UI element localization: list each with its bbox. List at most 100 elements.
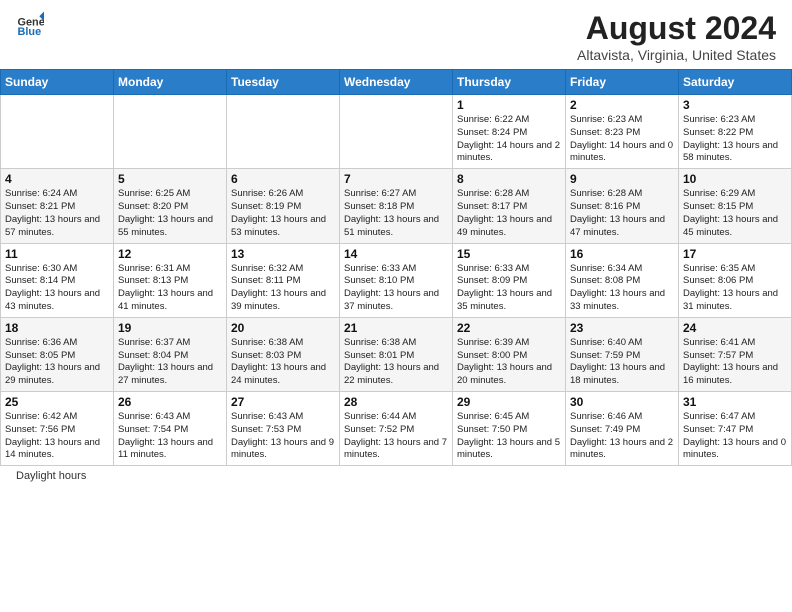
calendar-cell: 30 Sunrise: 6:46 AM Sunset: 7:49 PM Dayli… bbox=[566, 392, 679, 466]
day-number: 9 bbox=[570, 172, 674, 186]
day-detail: Sunrise: 6:24 AM Sunset: 8:21 PM Dayligh… bbox=[5, 188, 109, 239]
day-detail: Sunrise: 6:38 AM Sunset: 8:01 PM Dayligh… bbox=[344, 337, 448, 388]
day-number: 15 bbox=[457, 247, 561, 261]
day-detail: Sunrise: 6:44 AM Sunset: 7:52 PM Dayligh… bbox=[344, 411, 448, 462]
calendar-week-2: 4 Sunrise: 6:24 AM Sunset: 8:21 PM Daylig… bbox=[1, 169, 792, 243]
day-number: 27 bbox=[231, 395, 335, 409]
calendar-cell: 23 Sunrise: 6:40 AM Sunset: 7:59 PM Dayli… bbox=[566, 317, 679, 391]
calendar-cell: 5 Sunrise: 6:25 AM Sunset: 8:20 PM Daylig… bbox=[114, 169, 227, 243]
calendar-cell: 1 Sunrise: 6:22 AM Sunset: 8:24 PM Daylig… bbox=[453, 95, 566, 169]
calendar-header: SundayMondayTuesdayWednesdayThursdayFrid… bbox=[1, 70, 792, 95]
day-detail: Sunrise: 6:47 AM Sunset: 7:47 PM Dayligh… bbox=[683, 411, 787, 462]
calendar-cell: 13 Sunrise: 6:32 AM Sunset: 8:11 PM Dayli… bbox=[227, 243, 340, 317]
day-number: 18 bbox=[5, 321, 109, 335]
calendar-cell: 28Sunrise: 6:44 AM Sunset: 7:52 PM Dayli… bbox=[340, 392, 453, 466]
day-number: 5 bbox=[118, 172, 222, 186]
day-detail: Sunrise: 6:33 AM Sunset: 8:10 PM Dayligh… bbox=[344, 263, 448, 314]
calendar-cell bbox=[1, 95, 114, 169]
calendar-cell bbox=[340, 95, 453, 169]
calendar-cell: 11Sunrise: 6:30 AM Sunset: 8:14 PM Dayli… bbox=[1, 243, 114, 317]
day-number: 1 bbox=[457, 98, 561, 112]
day-detail: Sunrise: 6:43 AM Sunset: 7:53 PM Dayligh… bbox=[231, 411, 335, 462]
logo: General Blue bbox=[16, 10, 44, 38]
day-detail: Sunrise: 6:26 AM Sunset: 8:19 PM Dayligh… bbox=[231, 188, 335, 239]
calendar-cell: 2Sunrise: 6:23 AM Sunset: 8:23 PM Daylig… bbox=[566, 95, 679, 169]
day-number: 30 bbox=[570, 395, 674, 409]
calendar-cell: 12 Sunrise: 6:31 AM Sunset: 8:13 PM Dayli… bbox=[114, 243, 227, 317]
day-header-saturday: Saturday bbox=[679, 70, 792, 95]
calendar-cell: 15 Sunrise: 6:33 AM Sunset: 8:09 PM Dayli… bbox=[453, 243, 566, 317]
day-detail: Sunrise: 6:28 AM Sunset: 8:17 PM Dayligh… bbox=[457, 188, 561, 239]
calendar-cell: 31Sunrise: 6:47 AM Sunset: 7:47 PM Dayli… bbox=[679, 392, 792, 466]
day-number: 8 bbox=[457, 172, 561, 186]
calendar-cell: 9 Sunrise: 6:28 AM Sunset: 8:16 PM Daylig… bbox=[566, 169, 679, 243]
calendar-table: SundayMondayTuesdayWednesdayThursdayFrid… bbox=[0, 69, 792, 466]
day-number: 3 bbox=[683, 98, 787, 112]
calendar-cell: 24 Sunrise: 6:41 AM Sunset: 7:57 PM Dayli… bbox=[679, 317, 792, 391]
day-number: 4 bbox=[5, 172, 109, 186]
day-detail: Sunrise: 6:37 AM Sunset: 8:04 PM Dayligh… bbox=[118, 337, 222, 388]
calendar-cell: 21 Sunrise: 6:38 AM Sunset: 8:01 PM Dayli… bbox=[340, 317, 453, 391]
calendar-body: 1 Sunrise: 6:22 AM Sunset: 8:24 PM Daylig… bbox=[1, 95, 792, 466]
day-number: 12 bbox=[118, 247, 222, 261]
day-number: 7 bbox=[344, 172, 448, 186]
day-detail: Sunrise: 6:29 AM Sunset: 8:15 PM Dayligh… bbox=[683, 188, 787, 239]
day-number: 6 bbox=[231, 172, 335, 186]
day-number: 23 bbox=[570, 321, 674, 335]
day-number: 21 bbox=[344, 321, 448, 335]
svg-text:Blue: Blue bbox=[18, 26, 42, 38]
calendar-cell bbox=[114, 95, 227, 169]
calendar-cell: 18Sunrise: 6:36 AM Sunset: 8:05 PM Dayli… bbox=[1, 317, 114, 391]
calendar-cell: 29 Sunrise: 6:45 AM Sunset: 7:50 PM Dayli… bbox=[453, 392, 566, 466]
day-header-wednesday: Wednesday bbox=[340, 70, 453, 95]
header-row: SundayMondayTuesdayWednesdayThursdayFrid… bbox=[1, 70, 792, 95]
calendar-cell: 17Sunrise: 6:35 AM Sunset: 8:06 PM Dayli… bbox=[679, 243, 792, 317]
day-detail: Sunrise: 6:33 AM Sunset: 8:09 PM Dayligh… bbox=[457, 263, 561, 314]
calendar-cell: 19 Sunrise: 6:37 AM Sunset: 8:04 PM Dayli… bbox=[114, 317, 227, 391]
day-detail: Sunrise: 6:41 AM Sunset: 7:57 PM Dayligh… bbox=[683, 337, 787, 388]
footer-label: Daylight hours bbox=[16, 470, 86, 482]
calendar-cell: 8 Sunrise: 6:28 AM Sunset: 8:17 PM Daylig… bbox=[453, 169, 566, 243]
day-number: 19 bbox=[118, 321, 222, 335]
page-subtitle: Altavista, Virginia, United States bbox=[577, 47, 776, 63]
day-detail: Sunrise: 6:32 AM Sunset: 8:11 PM Dayligh… bbox=[231, 263, 335, 314]
calendar-cell: 4 Sunrise: 6:24 AM Sunset: 8:21 PM Daylig… bbox=[1, 169, 114, 243]
logo-icon: General Blue bbox=[16, 10, 44, 38]
day-detail: Sunrise: 6:25 AM Sunset: 8:20 PM Dayligh… bbox=[118, 188, 222, 239]
calendar-week-3: 11Sunrise: 6:30 AM Sunset: 8:14 PM Dayli… bbox=[1, 243, 792, 317]
day-header-sunday: Sunday bbox=[1, 70, 114, 95]
calendar-cell: 20Sunrise: 6:38 AM Sunset: 8:03 PM Dayli… bbox=[227, 317, 340, 391]
day-header-tuesday: Tuesday bbox=[227, 70, 340, 95]
day-detail: Sunrise: 6:31 AM Sunset: 8:13 PM Dayligh… bbox=[118, 263, 222, 314]
day-detail: Sunrise: 6:30 AM Sunset: 8:14 PM Dayligh… bbox=[5, 263, 109, 314]
day-detail: Sunrise: 6:42 AM Sunset: 7:56 PM Dayligh… bbox=[5, 411, 109, 462]
page-header: General Blue August 2024 Altavista, Virg… bbox=[0, 0, 792, 69]
day-number: 10 bbox=[683, 172, 787, 186]
day-detail: Sunrise: 6:23 AM Sunset: 8:23 PM Dayligh… bbox=[570, 114, 674, 165]
day-number: 24 bbox=[683, 321, 787, 335]
day-header-thursday: Thursday bbox=[453, 70, 566, 95]
calendar-cell: 6 Sunrise: 6:26 AM Sunset: 8:19 PM Daylig… bbox=[227, 169, 340, 243]
calendar-footer: Daylight hours bbox=[0, 466, 792, 486]
day-detail: Sunrise: 6:46 AM Sunset: 7:49 PM Dayligh… bbox=[570, 411, 674, 462]
calendar-cell: 26Sunrise: 6:43 AM Sunset: 7:54 PM Dayli… bbox=[114, 392, 227, 466]
day-detail: Sunrise: 6:38 AM Sunset: 8:03 PM Dayligh… bbox=[231, 337, 335, 388]
title-block: August 2024 Altavista, Virginia, United … bbox=[577, 10, 776, 63]
day-detail: Sunrise: 6:39 AM Sunset: 8:00 PM Dayligh… bbox=[457, 337, 561, 388]
calendar-cell: 10 Sunrise: 6:29 AM Sunset: 8:15 PM Dayli… bbox=[679, 169, 792, 243]
calendar-week-4: 18Sunrise: 6:36 AM Sunset: 8:05 PM Dayli… bbox=[1, 317, 792, 391]
day-header-monday: Monday bbox=[114, 70, 227, 95]
day-number: 16 bbox=[570, 247, 674, 261]
day-detail: Sunrise: 6:45 AM Sunset: 7:50 PM Dayligh… bbox=[457, 411, 561, 462]
day-number: 13 bbox=[231, 247, 335, 261]
day-number: 22 bbox=[457, 321, 561, 335]
day-detail: Sunrise: 6:27 AM Sunset: 8:18 PM Dayligh… bbox=[344, 188, 448, 239]
day-detail: Sunrise: 6:22 AM Sunset: 8:24 PM Dayligh… bbox=[457, 114, 561, 165]
day-number: 29 bbox=[457, 395, 561, 409]
day-number: 26 bbox=[118, 395, 222, 409]
day-detail: Sunrise: 6:34 AM Sunset: 8:08 PM Dayligh… bbox=[570, 263, 674, 314]
day-detail: Sunrise: 6:40 AM Sunset: 7:59 PM Dayligh… bbox=[570, 337, 674, 388]
page-title: August 2024 bbox=[577, 10, 776, 47]
day-detail: Sunrise: 6:28 AM Sunset: 8:16 PM Dayligh… bbox=[570, 188, 674, 239]
calendar-week-5: 25Sunrise: 6:42 AM Sunset: 7:56 PM Dayli… bbox=[1, 392, 792, 466]
